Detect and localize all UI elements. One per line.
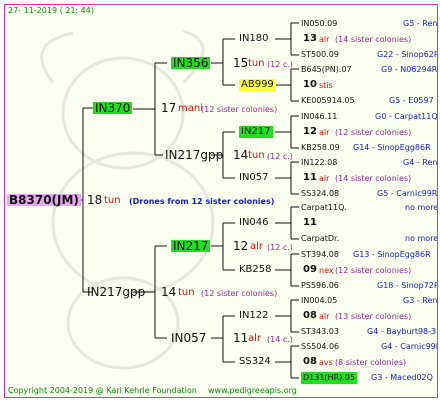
gen4-4-name: IN057 bbox=[239, 172, 269, 183]
gen5-3-note: (12 sister colonies) bbox=[335, 128, 412, 137]
gen5-1-note: (14 sister colonies) bbox=[335, 35, 412, 44]
gen5-7-sire-origin: G3 - Ren bbox=[403, 296, 438, 305]
gen5-2-generation: 10 bbox=[303, 79, 317, 90]
gen5-8-note: (8 sister colonies) bbox=[335, 358, 407, 367]
gen5-4-note: (14 sister colonies) bbox=[335, 174, 412, 183]
gen5-1-dam: ST500.09 bbox=[301, 50, 339, 59]
gen4-7-name: IN122 bbox=[239, 310, 269, 321]
gen5-5-sire: Carpat11Q. bbox=[301, 203, 347, 212]
root-breed: tun bbox=[104, 195, 121, 206]
gen2-2-breed: tun bbox=[178, 287, 195, 298]
gen5-1-dam-origin: G22 - Sinop62R bbox=[377, 50, 438, 59]
gen5-7-sire: IN004.05 bbox=[301, 296, 338, 305]
gen4-5-name: IN046 bbox=[239, 217, 269, 228]
gen2-2-name: IN217gpp bbox=[87, 285, 146, 299]
gen5-1-breed: alr bbox=[319, 35, 330, 44]
gen5-6-note: (12 sister colonies) bbox=[335, 266, 412, 275]
gen2-2-note: (12 sister colonies) bbox=[201, 289, 278, 298]
gen5-5-generation: 11 bbox=[303, 217, 317, 228]
gen5-7-breed: alr bbox=[319, 312, 330, 321]
gen5-2-sire-origin: G9 - N06294R bbox=[381, 65, 438, 74]
gen3-4-name: IN057 bbox=[171, 331, 207, 345]
gen5-6-dam-origin: G18 - Sinop72R bbox=[377, 281, 438, 290]
root-generation: 18 bbox=[87, 193, 103, 207]
gen5-5-dam-origin: no more bbox=[405, 234, 438, 243]
gen5-2-breed: stis bbox=[319, 81, 333, 90]
gen5-7-dam-origin: G4 - Bayburt98-3 bbox=[367, 327, 437, 336]
gen5-8-sire-origin: G4 - Carnic99R bbox=[381, 342, 438, 351]
gen5-8-dam: D131(HR).05 bbox=[301, 372, 357, 384]
gen3-3-name: IN217 bbox=[171, 239, 211, 253]
gen3-3-note: (12 c.) bbox=[267, 243, 293, 252]
gen5-4-breed: alr bbox=[319, 174, 330, 183]
gen3-4-breed: alr bbox=[248, 333, 262, 344]
gen2-1-note: (12 sister colonies) bbox=[201, 105, 278, 114]
footer-copyright: Copyright 2004-2019 @ Karl Kehrle Founda… bbox=[8, 386, 197, 395]
gen2-1-breed: mani bbox=[178, 103, 203, 114]
root-queen-name: B8370(JM) bbox=[7, 193, 81, 207]
gen4-2-name: AB999 bbox=[239, 79, 276, 91]
gen5-5-sire-origin: no more bbox=[405, 203, 438, 212]
gen5-8-sire: SS504.06 bbox=[301, 342, 340, 351]
gen5-4-dam: SS324.08 bbox=[301, 189, 340, 198]
gen5-7-note: (13 sister colonies) bbox=[335, 312, 412, 321]
gen4-6-name: KB258 bbox=[239, 264, 272, 275]
gen5-8-dam-origin: G3 - Maced02Q bbox=[371, 373, 433, 382]
gen5-5-dam: CarpatDr. bbox=[301, 234, 340, 243]
gen5-6-sire: ST394.08 bbox=[301, 250, 339, 259]
gen2-2-generation: 14 bbox=[161, 285, 177, 299]
gen5-4-sire-origin: G4 - Ren bbox=[403, 158, 438, 167]
gen5-3-dam: KB258.09 bbox=[301, 143, 340, 152]
gen5-3-sire: IN046.11 bbox=[301, 112, 338, 121]
gen3-3-generation: 12 bbox=[233, 239, 249, 253]
gen3-2-breed: tun bbox=[248, 150, 265, 161]
report-date: 27- 11-2019 ( 21: 44) bbox=[8, 6, 94, 15]
gen4-1-name: IN180 bbox=[239, 33, 269, 44]
gen5-8-breed: avs bbox=[319, 358, 333, 367]
gen2-1-generation: 17 bbox=[161, 101, 177, 115]
gen5-6-sire-origin: G13 - SinopEgg86R bbox=[353, 250, 431, 259]
gen3-3-breed: alr bbox=[250, 241, 264, 252]
gen5-3-dam-origin: G14 - SinopEgg86R bbox=[353, 143, 431, 152]
gen5-7-dam: ST343.03 bbox=[301, 327, 339, 336]
pedigree-frame: 27- 11-2019 ( 21: 44) B8370(JM) 18 tun (… bbox=[4, 4, 438, 398]
gen5-6-breed: nex bbox=[319, 266, 334, 275]
gen5-2-dam-origin: G5 - E0597 bbox=[389, 96, 434, 105]
footer-url[interactable]: www.pedigreeapis.org bbox=[208, 385, 297, 397]
gen3-4-generation: 11 bbox=[233, 331, 249, 345]
gen5-1-generation: 13 bbox=[303, 33, 317, 44]
gen3-1-name: IN356 bbox=[171, 56, 211, 70]
gen3-2-name: IN217gpp bbox=[165, 148, 224, 162]
gen3-1-note: (12 c.) bbox=[267, 60, 293, 69]
gen3-2-note: (12 c.) bbox=[267, 152, 293, 161]
gen5-4-sire: IN122.08 bbox=[301, 158, 338, 167]
gen5-1-sire-origin: G5 - Ren bbox=[403, 19, 438, 28]
gen4-3-name: IN217 bbox=[239, 126, 273, 138]
gen5-7-generation: 08 bbox=[303, 310, 317, 321]
gen5-6-dam: PS596.06 bbox=[301, 281, 339, 290]
gen5-3-generation: 12 bbox=[303, 126, 317, 137]
gen5-6-generation: 09 bbox=[303, 264, 317, 275]
gen5-8-generation: 08 bbox=[303, 356, 317, 367]
root-note: (Drones from 12 sister colonies) bbox=[129, 197, 275, 206]
gen5-4-dam-origin: G5 - Carnic99R bbox=[377, 189, 438, 198]
gen3-1-generation: 15 bbox=[233, 56, 249, 70]
gen5-3-breed: alr bbox=[319, 128, 330, 137]
gen3-1-breed: tun bbox=[248, 58, 265, 69]
gen2-1-name: IN370 bbox=[93, 101, 133, 115]
gen3-4-note: (14 c.) bbox=[267, 335, 293, 344]
gen5-2-sire: B645(PN).07 bbox=[301, 65, 352, 74]
gen5-1-sire: IN050.09 bbox=[301, 19, 338, 28]
gen4-8-name: SS324 bbox=[239, 356, 271, 367]
gen3-2-generation: 14 bbox=[233, 148, 249, 162]
gen5-2-dam: KE005914.05 bbox=[301, 96, 355, 105]
gen5-3-sire-origin: G0 - Carpat11Q bbox=[375, 112, 438, 121]
gen5-4-generation: 11 bbox=[303, 172, 317, 183]
